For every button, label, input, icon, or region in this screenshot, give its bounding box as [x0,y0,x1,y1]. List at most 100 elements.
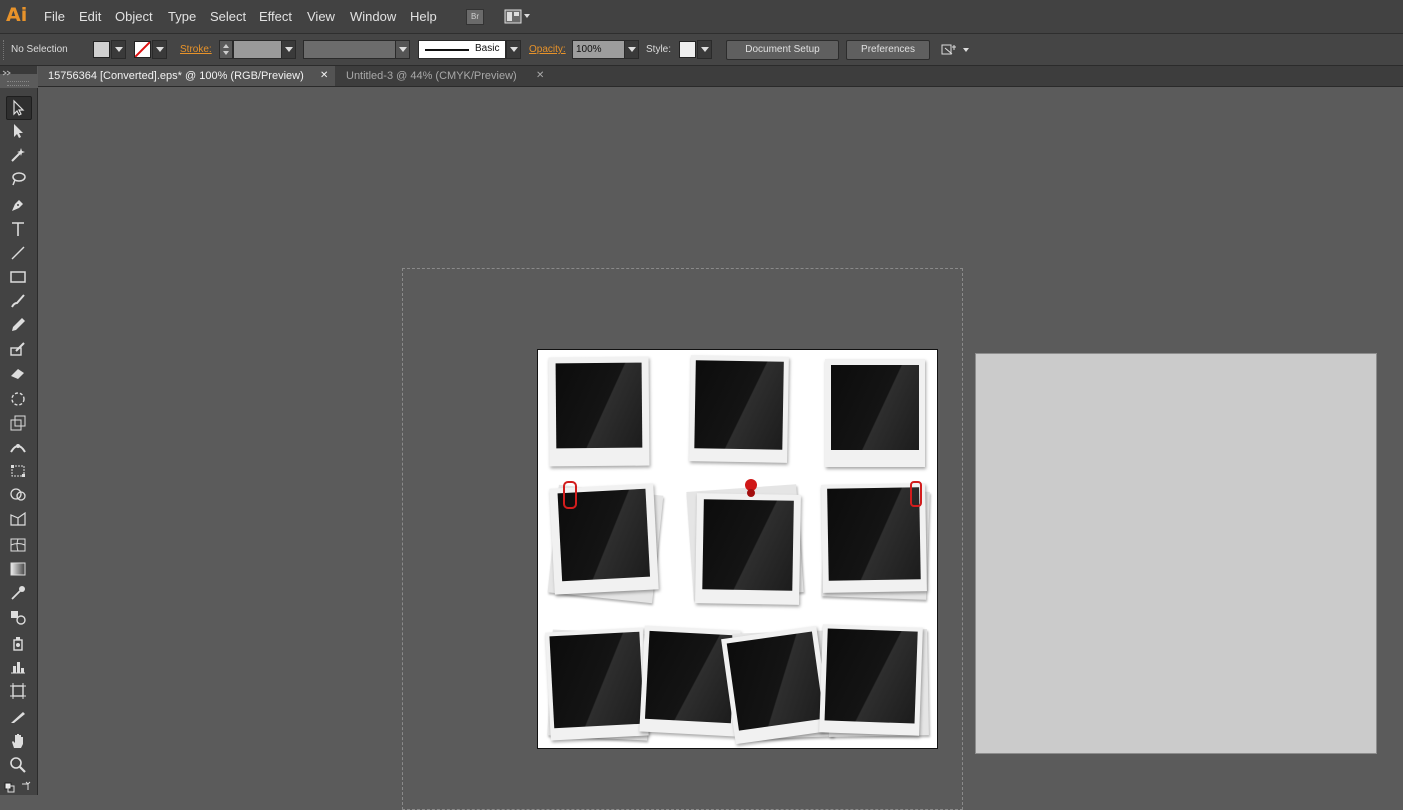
stroke-weight-field[interactable] [233,40,282,59]
graphic-style-dropdown[interactable] [697,40,712,59]
close-icon[interactable]: ✕ [320,66,328,86]
menu-window[interactable]: Window [350,9,396,24]
opacity-dropdown[interactable] [624,40,639,59]
artboard-main[interactable] [537,349,938,749]
artboard-secondary[interactable] [975,353,1377,754]
paintbrush-tool[interactable] [6,290,30,312]
photo-image-area [831,365,919,450]
menu-type[interactable]: Type [168,9,196,24]
graphic-style-swatch[interactable] [679,41,696,58]
artboard-tool[interactable] [6,680,30,702]
opacity-label[interactable]: Opacity: [529,44,566,55]
brush-dropdown[interactable] [506,40,521,59]
type-tool[interactable] [6,218,30,240]
app-logo: Ai [6,4,28,26]
perspective-grid-tool[interactable] [6,508,30,530]
close-icon[interactable]: ✕ [536,66,544,86]
hand-tool[interactable] [6,730,30,752]
magic-wand-tool[interactable] [6,144,30,166]
polaroid-photo[interactable] [689,355,789,463]
bridge-button[interactable]: Br [466,9,484,25]
menu-edit[interactable]: Edit [79,9,101,24]
stroke-weight-stepper[interactable] [219,40,233,59]
polaroid-photo[interactable] [695,493,801,605]
variable-width-dropdown[interactable] [395,40,410,59]
polaroid-photo[interactable] [548,356,650,467]
free-transform-tool[interactable] [6,460,30,482]
opacity-field[interactable]: 100% [572,40,625,59]
tab-document-1[interactable]: 15756364 [Converted].eps* @ 100% (RGB/Pr… [38,66,335,86]
collapse-panel-icon [2,70,11,76]
stroke-weight-dropdown[interactable] [281,40,296,59]
tab-label: 15756364 [Converted].eps* @ 100% (RGB/Pr… [48,70,304,82]
mesh-icon [10,538,26,552]
artboard-icon [10,683,26,699]
brush-stroke-preview [425,49,469,51]
menu-object[interactable]: Object [115,9,153,24]
photo-image-area [694,360,784,450]
arrow-icon [13,99,25,116]
slice-icon [11,712,25,723]
line-segment-tool[interactable] [6,242,30,264]
column-graph-tool[interactable] [6,656,30,678]
selection-tool[interactable] [6,96,32,120]
eyedropper-tool[interactable] [6,582,30,604]
stroke-dropdown[interactable] [152,40,167,59]
menu-help[interactable]: Help [410,9,437,24]
polaroid-photo[interactable] [819,624,923,736]
blob-brush-tool[interactable] [6,338,30,360]
gradient-tool[interactable] [6,558,30,580]
eraser-tool[interactable] [6,362,30,384]
scale-tool[interactable] [6,412,30,434]
menu-effect[interactable]: Effect [259,9,292,24]
paintbrush-icon [11,294,25,308]
preferences-button[interactable]: Preferences [846,40,930,60]
menu-view[interactable]: View [307,9,335,24]
lasso-tool[interactable] [6,168,30,190]
brush-definition-field[interactable]: Basic [418,40,506,59]
toolbox-grip[interactable] [7,81,29,86]
pencil-tool[interactable] [6,314,30,336]
polaroid-photo[interactable] [545,627,649,741]
slice-tool[interactable] [6,706,30,728]
symbol-sprayer-icon [13,637,23,651]
width-tool[interactable] [6,436,30,458]
no-stroke-icon [135,42,150,57]
hand-icon [12,734,23,748]
zoom-tool[interactable] [6,754,30,776]
mesh-tool[interactable] [6,534,30,556]
rotate-tool[interactable] [6,388,30,410]
fill-stroke-swap[interactable] [3,780,33,794]
workspace-switcher-button[interactable] [504,9,532,24]
rectangle-icon [10,271,26,283]
fill-dropdown[interactable] [111,40,126,59]
stroke-label[interactable]: Stroke: [180,44,212,55]
fill-swatch[interactable] [93,41,110,58]
rotate-icon [11,392,25,406]
tab-document-2[interactable]: Untitled-3 @ 44% (CMYK/Preview) ✕ [336,66,561,86]
photo-image-area [702,499,794,591]
arrange-documents-button[interactable] [941,42,971,58]
panel-grip[interactable] [3,40,6,60]
photo-image-area [726,631,825,731]
direct-selection-tool[interactable] [6,120,30,142]
toolbox-header[interactable] [0,66,37,76]
polaroid-photo[interactable] [721,625,831,745]
blob-brush-icon [10,342,25,356]
photo-image-area [555,362,643,449]
menu-select[interactable]: Select [210,9,246,24]
perspective-grid-icon [10,511,26,526]
symbol-sprayer-tool[interactable] [6,632,30,654]
pen-tool[interactable] [6,194,30,216]
rectangle-tool[interactable] [6,266,30,288]
free-transform-icon [11,465,25,477]
blend-tool[interactable] [6,606,30,628]
variable-width-profile[interactable] [303,40,398,59]
paperclip-icon [910,481,922,507]
stroke-swatch[interactable] [134,41,151,58]
document-setup-button[interactable]: Document Setup [726,40,839,60]
menu-file[interactable]: File [44,9,65,24]
polaroid-photo[interactable] [825,359,925,467]
width-icon [10,444,26,453]
shape-builder-tool[interactable] [6,484,30,506]
